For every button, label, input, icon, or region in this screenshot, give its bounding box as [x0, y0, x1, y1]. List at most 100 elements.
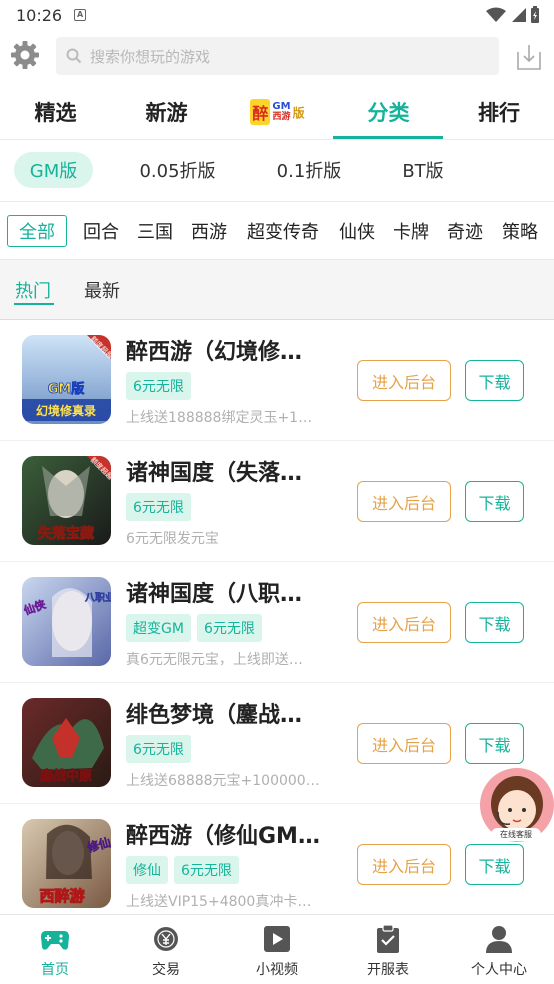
nav-label: 小视频: [256, 962, 298, 978]
icon-title-text: 西醉游: [39, 887, 84, 905]
settings-gear-icon[interactable]: [9, 39, 41, 71]
gm-logo-zui: 醉: [250, 99, 271, 125]
category-card[interactable]: 卡牌: [389, 215, 433, 247]
download-manager-icon[interactable]: [515, 42, 543, 72]
game-tag: 6元无限: [126, 372, 191, 400]
nav-label: 交易: [152, 962, 180, 978]
game-description: 6元无限发元宝: [126, 531, 219, 547]
game-title: 绯色梦境（鏖战…: [126, 703, 303, 728]
sort-row: 热门 最新: [0, 260, 554, 320]
main-tabs: 精选 新游 醉 GM 西游 版 分类 排行: [0, 84, 554, 140]
nav-label: 个人中心: [471, 962, 527, 978]
game-artwork-icon: 鏖战中原: [22, 698, 111, 787]
game-description: 上线送188888绑定灵玉+1…: [126, 410, 313, 426]
search-placeholder: 搜索你想玩的游戏: [90, 47, 211, 66]
version-filter-row: GM版 0.05折版 0.1折版 BT版: [0, 140, 554, 202]
game-item[interactable]: 仙侠 八职业 诸神国度（八职… 超变GM 6元无限 真6元无限元宝，上线即送… …: [0, 562, 554, 683]
icon-title-text: 八职业: [84, 591, 111, 604]
game-tags: 6元无限: [126, 493, 191, 521]
nav-label: 首页: [41, 962, 69, 978]
nav-home[interactable]: 首页: [0, 915, 110, 984]
tab-label: 精选: [34, 101, 77, 125]
version-gm[interactable]: GM版: [14, 152, 93, 188]
category-xianxia[interactable]: 仙侠: [335, 215, 379, 247]
game-tag: 6元无限: [174, 856, 239, 884]
game-artwork-icon: 额度超越 GM版 幻境修真录: [22, 335, 111, 424]
game-artwork-icon: 仙侠 八职业: [22, 577, 111, 666]
gm-logo-ban: 版: [292, 105, 305, 120]
tab-ranking[interactable]: 排行: [444, 84, 554, 140]
game-title: 醉西游（幻境修…: [126, 340, 303, 365]
category-filter-row: 全部 回合 三国 西游 超变传奇 仙侠 卡牌 奇迹 策略: [0, 202, 554, 260]
category-strategy[interactable]: 策略: [497, 215, 543, 247]
category-miracle[interactable]: 奇迹: [443, 215, 487, 247]
gamepad-icon: [41, 931, 69, 950]
play-icon: [264, 926, 290, 952]
enter-backend-button[interactable]: 进入后台: [357, 844, 451, 885]
clipboard-icon: [377, 925, 399, 953]
tab-featured[interactable]: 精选: [0, 84, 111, 140]
version-0-05[interactable]: 0.05折版: [130, 152, 225, 188]
category-three-kingdoms[interactable]: 三国: [133, 215, 177, 247]
game-description: 上线送VIP15+4800真冲卡…: [126, 894, 312, 910]
status-time: 10:26: [16, 5, 63, 25]
download-button[interactable]: 下载: [465, 602, 524, 643]
coin-icon: [154, 927, 178, 951]
game-icon[interactable]: 额度超越 GM版 幻境修真录: [22, 335, 111, 424]
game-item[interactable]: 额度超越 失落宝藏 诸神国度（失落… 6元无限 6元无限发元宝 进入后台 下载: [0, 441, 554, 562]
download-button[interactable]: 下载: [465, 844, 524, 885]
game-icon[interactable]: 仙侠 八职业: [22, 577, 111, 666]
game-item[interactable]: 鏖战中原 绯色梦境（鏖战… 6元无限 上线送68888元宝+100000… 进入…: [0, 683, 554, 804]
nav-profile[interactable]: 个人中心: [444, 915, 554, 984]
icon-title-text: 鏖战中原: [40, 768, 92, 784]
icon-title-text: 失落宝藏: [38, 525, 94, 542]
game-title: 诸神国度（失落…: [126, 461, 303, 486]
game-tag: 6元无限: [126, 735, 191, 763]
game-icon[interactable]: 修仙 西醉游: [22, 819, 111, 908]
download-button[interactable]: 下载: [465, 481, 524, 522]
category-super-legend[interactable]: 超变传奇: [242, 215, 324, 247]
game-icon[interactable]: 鏖战中原: [22, 698, 111, 787]
enter-backend-button[interactable]: 进入后台: [357, 481, 451, 522]
enter-backend-button[interactable]: 进入后台: [357, 723, 451, 764]
game-item[interactable]: 修仙 西醉游 醉西游（修仙GM… 修仙 6元无限 上线送VIP15+4800真冲…: [0, 804, 554, 925]
status-bar: 10:26 A: [0, 0, 554, 30]
category-journey-west[interactable]: 西游: [187, 215, 231, 247]
nav-short-video[interactable]: 小视频: [222, 915, 332, 984]
search-input[interactable]: 搜索你想玩的游戏: [56, 37, 499, 75]
icon-badge-text: GM版: [48, 381, 85, 397]
enter-backend-button[interactable]: 进入后台: [357, 360, 451, 401]
version-bt[interactable]: BT版: [393, 152, 453, 188]
game-item[interactable]: 额度超越 GM版 幻境修真录 醉西游（幻境修… 6元无限 上线送188888绑定…: [0, 320, 554, 441]
game-title: 诸神国度（八职…: [126, 582, 303, 607]
nav-trade[interactable]: 交易: [111, 915, 221, 984]
sort-indicator: [14, 303, 54, 305]
game-tags: 6元无限: [126, 735, 191, 763]
tab-gm-version[interactable]: 醉 GM 西游 版: [222, 84, 333, 140]
category-all[interactable]: 全部: [7, 215, 67, 247]
game-tag: 超变GM: [126, 614, 191, 642]
enter-backend-button[interactable]: 进入后台: [357, 602, 451, 643]
download-button[interactable]: 下载: [465, 723, 524, 764]
category-turn-based[interactable]: 回合: [79, 215, 123, 247]
sort-newest[interactable]: 最新: [84, 260, 120, 320]
app-header: 搜索你想玩的游戏: [0, 30, 554, 84]
game-title: 醉西游（修仙GM…: [126, 824, 320, 849]
game-tags: 修仙 6元无限: [126, 856, 239, 884]
wifi-icon: [486, 7, 506, 22]
game-icon[interactable]: 额度超越 失落宝藏: [22, 456, 111, 545]
signal-icon: [512, 8, 526, 22]
version-0-1[interactable]: 0.1折版: [267, 152, 351, 188]
sort-hot[interactable]: 热门: [15, 260, 51, 320]
customer-service-label: 在线客服: [491, 828, 541, 841]
search-icon: [66, 48, 82, 64]
tab-new-games[interactable]: 新游: [111, 84, 222, 140]
nav-server-list[interactable]: 开服表: [333, 915, 443, 984]
game-tags: 超变GM 6元无限: [126, 614, 262, 642]
gm-logo-extra: 西游: [272, 112, 291, 122]
tab-label: 排行: [478, 101, 520, 125]
download-button[interactable]: 下载: [465, 360, 524, 401]
game-tag: 6元无限: [196, 614, 262, 642]
tab-category[interactable]: 分类: [333, 84, 444, 140]
active-tab-indicator: [333, 136, 443, 139]
